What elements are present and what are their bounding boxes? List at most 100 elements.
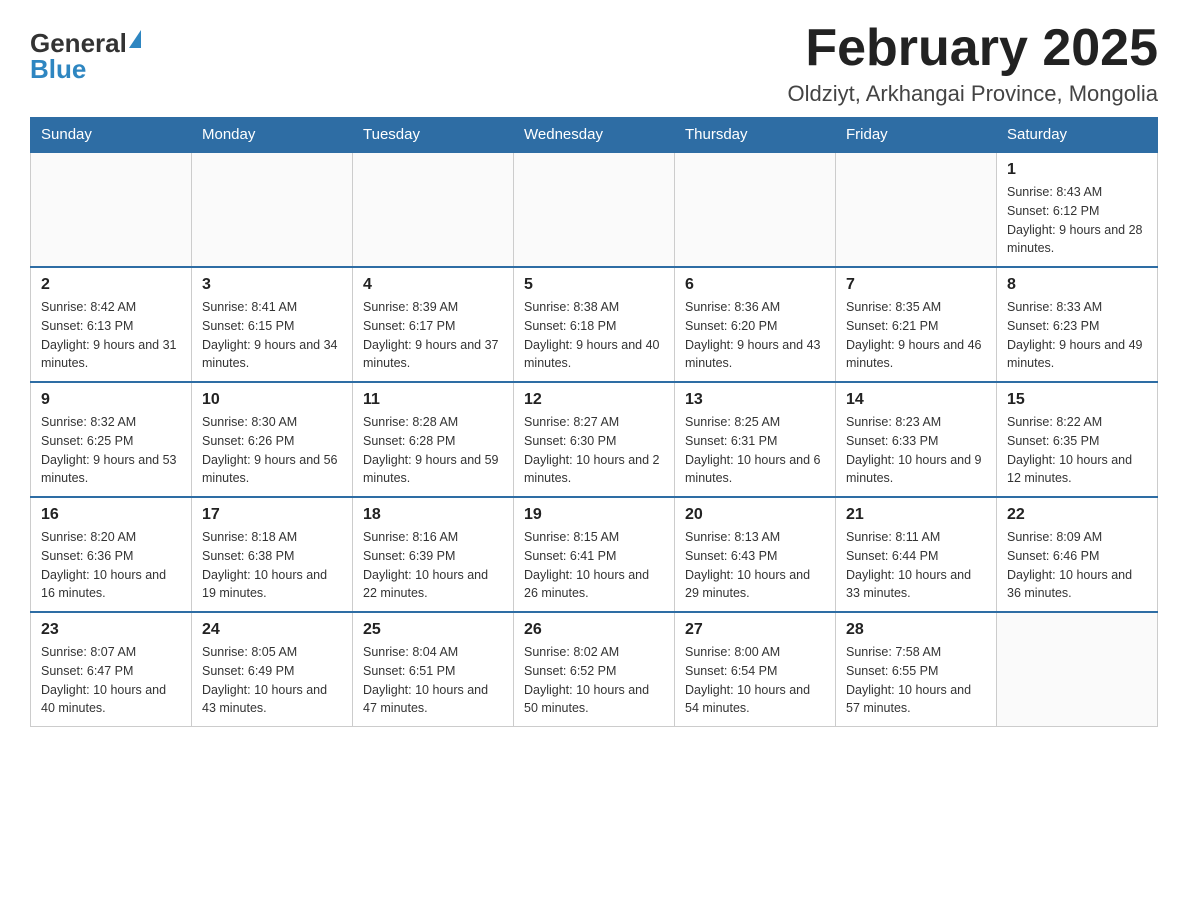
calendar-cell: 11 Sunrise: 8:28 AMSunset: 6:28 PMDayligh… (353, 382, 514, 497)
day-info: Sunrise: 8:20 AMSunset: 6:36 PMDaylight:… (41, 528, 181, 603)
day-number: 25 (363, 621, 503, 639)
day-info: Sunrise: 8:43 AMSunset: 6:12 PMDaylight:… (1007, 183, 1147, 258)
day-number: 11 (363, 391, 503, 409)
calendar-cell: 20Sunrise: 8:13 AMSunset: 6:43 PMDayligh… (675, 497, 836, 612)
day-number: 23 (41, 621, 181, 639)
day-number: 26 (524, 621, 664, 639)
day-number: 21 (846, 506, 986, 524)
day-info: Sunrise: 8:00 AMSunset: 6:54 PMDaylight:… (685, 643, 825, 718)
day-info: Sunrise: 8:36 AMSunset: 6:20 PMDaylight:… (685, 298, 825, 373)
calendar-cell: 17 Sunrise: 8:18 AMSunset: 6:38 PMDayligh… (192, 497, 353, 612)
day-of-week-header: Friday (836, 118, 997, 153)
day-info: Sunrise: 8:28 AMSunset: 6:28 PMDaylight:… (363, 413, 503, 488)
week-row: 2 Sunrise: 8:42 AMSunset: 6:13 PMDaylight… (31, 267, 1158, 382)
calendar-cell: 19 Sunrise: 8:15 AMSunset: 6:41 PMDayligh… (514, 497, 675, 612)
title-section: February 2025 Oldziyt, Arkhangai Provinc… (787, 20, 1158, 107)
day-of-week-header: Tuesday (353, 118, 514, 153)
calendar-cell: 21 Sunrise: 8:11 AMSunset: 6:44 PMDayligh… (836, 497, 997, 612)
day-number: 17 (202, 506, 342, 524)
day-info: Sunrise: 8:38 AMSunset: 6:18 PMDaylight:… (524, 298, 664, 373)
calendar-cell: 18Sunrise: 8:16 AMSunset: 6:39 PMDayligh… (353, 497, 514, 612)
day-number: 19 (524, 506, 664, 524)
calendar-cell: 23Sunrise: 8:07 AMSunset: 6:47 PMDayligh… (31, 612, 192, 727)
day-number: 6 (685, 276, 825, 294)
calendar-cell: 22 Sunrise: 8:09 AMSunset: 6:46 PMDayligh… (997, 497, 1158, 612)
day-number: 3 (202, 276, 342, 294)
page-header: General Blue February 2025 Oldziyt, Arkh… (30, 20, 1158, 107)
calendar-cell: 25 Sunrise: 8:04 AMSunset: 6:51 PMDayligh… (353, 612, 514, 727)
day-number: 2 (41, 276, 181, 294)
day-info: Sunrise: 8:39 AMSunset: 6:17 PMDaylight:… (363, 298, 503, 373)
day-info: Sunrise: 8:42 AMSunset: 6:13 PMDaylight:… (41, 298, 181, 373)
calendar-cell: 3 Sunrise: 8:41 AMSunset: 6:15 PMDaylight… (192, 267, 353, 382)
day-info: Sunrise: 8:22 AMSunset: 6:35 PMDaylight:… (1007, 413, 1147, 488)
day-of-week-header: Sunday (31, 118, 192, 153)
day-info: Sunrise: 8:23 AMSunset: 6:33 PMDaylight:… (846, 413, 986, 488)
day-info: Sunrise: 8:04 AMSunset: 6:51 PMDaylight:… (363, 643, 503, 718)
calendar-cell (514, 152, 675, 267)
calendar-cell: 5 Sunrise: 8:38 AMSunset: 6:18 PMDaylight… (514, 267, 675, 382)
day-number: 8 (1007, 276, 1147, 294)
day-number: 10 (202, 391, 342, 409)
logo-triangle-icon (129, 30, 141, 48)
calendar-cell (192, 152, 353, 267)
day-info: Sunrise: 8:15 AMSunset: 6:41 PMDaylight:… (524, 528, 664, 603)
week-row: 23Sunrise: 8:07 AMSunset: 6:47 PMDayligh… (31, 612, 1158, 727)
day-info: Sunrise: 8:35 AMSunset: 6:21 PMDaylight:… (846, 298, 986, 373)
calendar-cell (353, 152, 514, 267)
calendar-cell: 13 Sunrise: 8:25 AMSunset: 6:31 PMDayligh… (675, 382, 836, 497)
day-number: 1 (1007, 161, 1147, 179)
logo-general-text: General (30, 30, 127, 56)
day-info: Sunrise: 8:11 AMSunset: 6:44 PMDaylight:… (846, 528, 986, 603)
week-row: 1 Sunrise: 8:43 AMSunset: 6:12 PMDaylight… (31, 152, 1158, 267)
day-info: Sunrise: 8:18 AMSunset: 6:38 PMDaylight:… (202, 528, 342, 603)
calendar-cell: 7 Sunrise: 8:35 AMSunset: 6:21 PMDaylight… (836, 267, 997, 382)
calendar-cell: 1 Sunrise: 8:43 AMSunset: 6:12 PMDaylight… (997, 152, 1158, 267)
day-info: Sunrise: 8:25 AMSunset: 6:31 PMDaylight:… (685, 413, 825, 488)
logo-blue-text: Blue (30, 56, 141, 82)
day-info: Sunrise: 8:41 AMSunset: 6:15 PMDaylight:… (202, 298, 342, 373)
day-info: Sunrise: 8:09 AMSunset: 6:46 PMDaylight:… (1007, 528, 1147, 603)
day-info: Sunrise: 8:33 AMSunset: 6:23 PMDaylight:… (1007, 298, 1147, 373)
calendar-cell: 6 Sunrise: 8:36 AMSunset: 6:20 PMDaylight… (675, 267, 836, 382)
day-info: Sunrise: 7:58 AMSunset: 6:55 PMDaylight:… (846, 643, 986, 718)
week-row: 16Sunrise: 8:20 AMSunset: 6:36 PMDayligh… (31, 497, 1158, 612)
day-number: 28 (846, 621, 986, 639)
calendar-cell: 2 Sunrise: 8:42 AMSunset: 6:13 PMDaylight… (31, 267, 192, 382)
day-info: Sunrise: 8:30 AMSunset: 6:26 PMDaylight:… (202, 413, 342, 488)
day-number: 5 (524, 276, 664, 294)
day-info: Sunrise: 8:13 AMSunset: 6:43 PMDaylight:… (685, 528, 825, 603)
calendar-title: February 2025 (787, 20, 1158, 77)
day-of-week-header: Wednesday (514, 118, 675, 153)
day-of-week-header: Monday (192, 118, 353, 153)
week-row: 9 Sunrise: 8:32 AMSunset: 6:25 PMDaylight… (31, 382, 1158, 497)
day-of-week-header: Thursday (675, 118, 836, 153)
header-row: SundayMondayTuesdayWednesdayThursdayFrid… (31, 118, 1158, 153)
calendar-cell: 28 Sunrise: 7:58 AMSunset: 6:55 PMDayligh… (836, 612, 997, 727)
day-of-week-header: Saturday (997, 118, 1158, 153)
calendar-cell: 14Sunrise: 8:23 AMSunset: 6:33 PMDayligh… (836, 382, 997, 497)
day-number: 22 (1007, 506, 1147, 524)
day-info: Sunrise: 8:32 AMSunset: 6:25 PMDaylight:… (41, 413, 181, 488)
calendar-cell: 24Sunrise: 8:05 AMSunset: 6:49 PMDayligh… (192, 612, 353, 727)
calendar-cell: 12Sunrise: 8:27 AMSunset: 6:30 PMDayligh… (514, 382, 675, 497)
calendar-cell: 8 Sunrise: 8:33 AMSunset: 6:23 PMDaylight… (997, 267, 1158, 382)
day-number: 7 (846, 276, 986, 294)
calendar-cell (997, 612, 1158, 727)
calendar-cell (675, 152, 836, 267)
calendar-subtitle: Oldziyt, Arkhangai Province, Mongolia (787, 81, 1158, 107)
day-info: Sunrise: 8:05 AMSunset: 6:49 PMDaylight:… (202, 643, 342, 718)
day-number: 13 (685, 391, 825, 409)
logo: General Blue (30, 30, 141, 82)
day-number: 4 (363, 276, 503, 294)
calendar-cell: 26Sunrise: 8:02 AMSunset: 6:52 PMDayligh… (514, 612, 675, 727)
calendar-cell: 27 Sunrise: 8:00 AMSunset: 6:54 PMDayligh… (675, 612, 836, 727)
calendar-cell: 15 Sunrise: 8:22 AMSunset: 6:35 PMDayligh… (997, 382, 1158, 497)
day-number: 9 (41, 391, 181, 409)
calendar-cell (31, 152, 192, 267)
day-number: 15 (1007, 391, 1147, 409)
calendar-cell: 10 Sunrise: 8:30 AMSunset: 6:26 PMDayligh… (192, 382, 353, 497)
day-info: Sunrise: 8:16 AMSunset: 6:39 PMDaylight:… (363, 528, 503, 603)
calendar-cell (836, 152, 997, 267)
day-number: 27 (685, 621, 825, 639)
